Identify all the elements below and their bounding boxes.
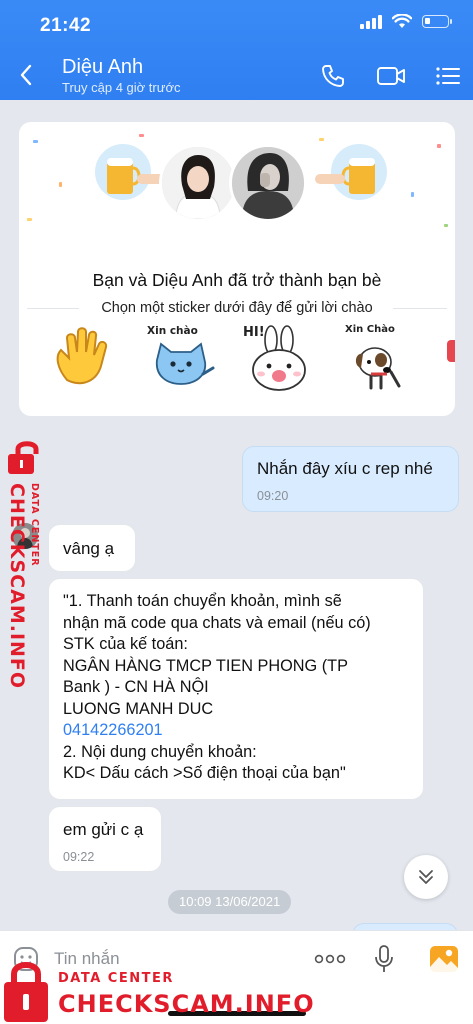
video-call-icon (377, 67, 405, 85)
contact-avatar (229, 144, 307, 222)
lock-icon (4, 962, 48, 1022)
message-input[interactable]: Tin nhắn (54, 949, 120, 969)
watermark-text: CHECKSCAM.INFO (58, 990, 315, 1018)
message-time: 09:22 (63, 849, 95, 864)
watermark-subtext: DATA CENTER (29, 483, 40, 567)
microphone-icon (375, 945, 393, 972)
message-bubble-received[interactable]: em gửi c ạ 09:22 (48, 806, 162, 872)
white-rabbit-icon: HI! (243, 325, 306, 391)
sticker-partial (447, 340, 455, 362)
more-options-button[interactable] (310, 941, 350, 977)
more-icon (314, 954, 346, 964)
message-bubble-sent[interactable]: Nhắn đây xíu c rep nhé 09:20 (242, 446, 459, 512)
double-chevron-down-icon (419, 870, 433, 884)
phone-number-link[interactable]: 04142266201 (63, 720, 409, 742)
confetti (33, 140, 38, 143)
signal-icon (360, 14, 382, 29)
message-line: Bank ) - CN HÀ NỘI (63, 678, 209, 696)
wave-hand-icon (56, 327, 108, 385)
confetti (444, 224, 448, 227)
message-line: KD< Dấu cách >Số điện thoại của bạn" (63, 764, 346, 782)
battery-icon (422, 15, 452, 28)
message-text: Nhắn đây xíu c rep nhé (257, 459, 433, 478)
sticker-caption: Xin Chào (345, 323, 395, 335)
gallery-button[interactable] (426, 941, 462, 977)
sticker-caption: Xin chào (147, 325, 198, 337)
cheers-beer-icon (315, 144, 387, 200)
my-avatar (159, 144, 237, 222)
lock-icon (8, 441, 39, 474)
chat-area[interactable]: Bạn và Diệu Anh đã trở thành bạn bè Chọn… (0, 100, 473, 935)
sticker-dog[interactable]: Xin Chào (341, 322, 413, 394)
message-bubble-received[interactable]: vâng ạ (48, 524, 136, 572)
friend-card: Bạn và Diệu Anh đã trở thành bạn bè Chọn… (19, 122, 455, 416)
menu-icon (436, 67, 460, 85)
chat-header: 21:42 Diệu Anh Truy cập 4 giờ trước (0, 0, 473, 100)
contact-status: Truy cập 4 giờ trước (62, 80, 181, 95)
friend-card-subtitle: Chọn một sticker dưới đây để gửi lời chà… (101, 300, 373, 316)
date-divider: 10:09 13/06/2021 (168, 890, 292, 914)
message-text: em gửi c ạ (63, 820, 144, 839)
voice-message-button[interactable] (366, 941, 402, 977)
message-line: STK của kế toán: (63, 635, 188, 653)
watermark-text: CHECKSCAM.INFO (6, 483, 28, 690)
status-icons (360, 14, 452, 29)
sticker-caption: HI! (243, 325, 265, 340)
confetti (411, 192, 414, 197)
message-line: NGÂN HÀNG TMCP TIEN PHONG (TP (63, 656, 348, 675)
back-button[interactable] (14, 60, 38, 90)
wifi-icon (392, 14, 412, 28)
voice-call-button[interactable] (318, 61, 348, 91)
dog-icon: Xin Chào (345, 323, 401, 390)
message-line: nhận mã code qua chats và email (nếu có) (63, 613, 371, 632)
message-line: 2. Nội dung chuyển khoản: (63, 742, 257, 761)
message-line: LUONG MANH DUC (63, 699, 214, 718)
phone-icon (322, 65, 344, 87)
message-time: 09:20 (257, 488, 289, 503)
message-bubble-received[interactable]: "1. Thanh toán chuyển khoản, mình sẽ nhậ… (48, 578, 424, 800)
sticker-blue-cat[interactable]: Xin chào (145, 322, 217, 394)
sticker-wave-hand[interactable] (49, 322, 121, 394)
video-call-button[interactable] (374, 61, 408, 91)
message-line: "1. Thanh toán chuyển khoản, mình sẽ (63, 592, 342, 610)
confetti (27, 218, 32, 221)
back-icon (20, 64, 32, 86)
contact-name[interactable]: Diệu Anh (62, 56, 143, 79)
cheers-beer-icon (95, 144, 167, 200)
image-icon (430, 946, 458, 972)
friend-card-title: Bạn và Diệu Anh đã trở thành bạn bè (92, 270, 382, 290)
message-text: vâng ạ (63, 539, 115, 558)
confetti (59, 182, 62, 187)
menu-button[interactable] (433, 61, 463, 91)
scroll-to-bottom-button[interactable] (404, 855, 448, 899)
sticker-white-rabbit[interactable]: HI! (241, 322, 313, 394)
confetti (437, 144, 441, 148)
divider (393, 308, 447, 309)
watermark-subtext: DATA CENTER (58, 971, 174, 986)
status-time: 21:42 (40, 15, 92, 36)
blue-cat-icon: Xin chào (147, 325, 215, 385)
